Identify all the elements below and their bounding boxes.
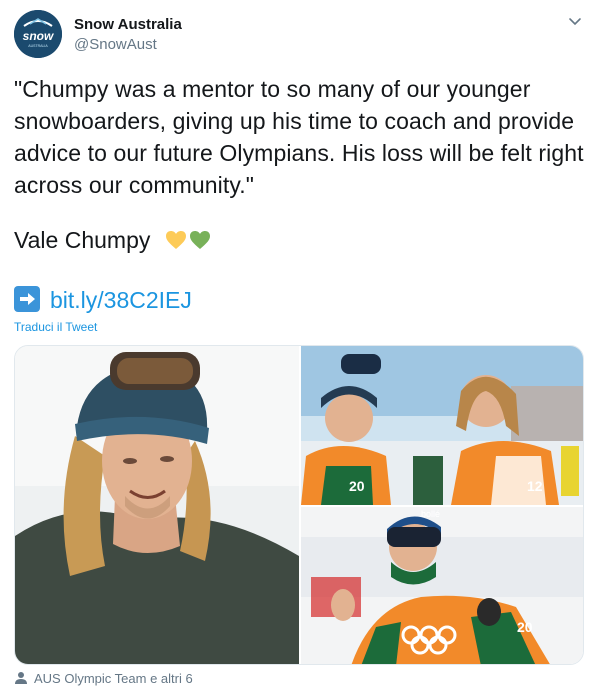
svg-text:20: 20	[349, 478, 365, 494]
tweet-vale-line: Vale Chumpy	[14, 224, 211, 256]
tweet-text: "Chumpy was a mentor to so many of our y…	[14, 76, 584, 198]
chevron-down-icon[interactable]	[567, 14, 583, 30]
photo-portrait[interactable]	[15, 346, 299, 664]
vale-text: Vale Chumpy	[14, 227, 151, 253]
svg-text:AUSTRALIA: AUSTRALIA	[28, 44, 48, 48]
person-icon	[14, 671, 28, 685]
short-link[interactable]: bit.ly/38C2IEJ	[50, 287, 192, 313]
translate-tweet-link[interactable]: Traduci il Tweet	[14, 320, 97, 334]
photo-snowboarders-handshake[interactable]: 20 12	[301, 346, 583, 505]
svg-text:12: 12	[527, 478, 543, 494]
green-heart-icon	[189, 226, 211, 249]
media-grid: 20 12 20 bollé	[14, 345, 584, 665]
tweet-card: snow AUSTRALIA Snow Australia @SnowAust …	[0, 0, 599, 695]
right-arrow-icon	[14, 286, 40, 312]
display-name[interactable]: Snow Australia	[74, 15, 182, 35]
yellow-heart-icon	[165, 226, 187, 249]
tagged-users-text: AUS Olympic Team e altri 6	[34, 671, 193, 686]
photo-snowboarder-celebration[interactable]: 20 bollé	[301, 507, 583, 664]
tweet-header: snow AUSTRALIA Snow Australia @SnowAust	[14, 10, 585, 60]
link-line: bit.ly/38C2IEJ	[14, 285, 192, 315]
tagged-users[interactable]: AUS Olympic Team e altri 6	[14, 671, 193, 686]
account-names: Snow Australia @SnowAust	[74, 15, 182, 55]
svg-text:bollé: bollé	[421, 509, 440, 519]
avatar[interactable]: snow AUSTRALIA	[14, 10, 62, 58]
account-handle[interactable]: @SnowAust	[74, 35, 182, 55]
svg-text:20: 20	[517, 619, 533, 635]
svg-text:snow: snow	[23, 29, 54, 43]
